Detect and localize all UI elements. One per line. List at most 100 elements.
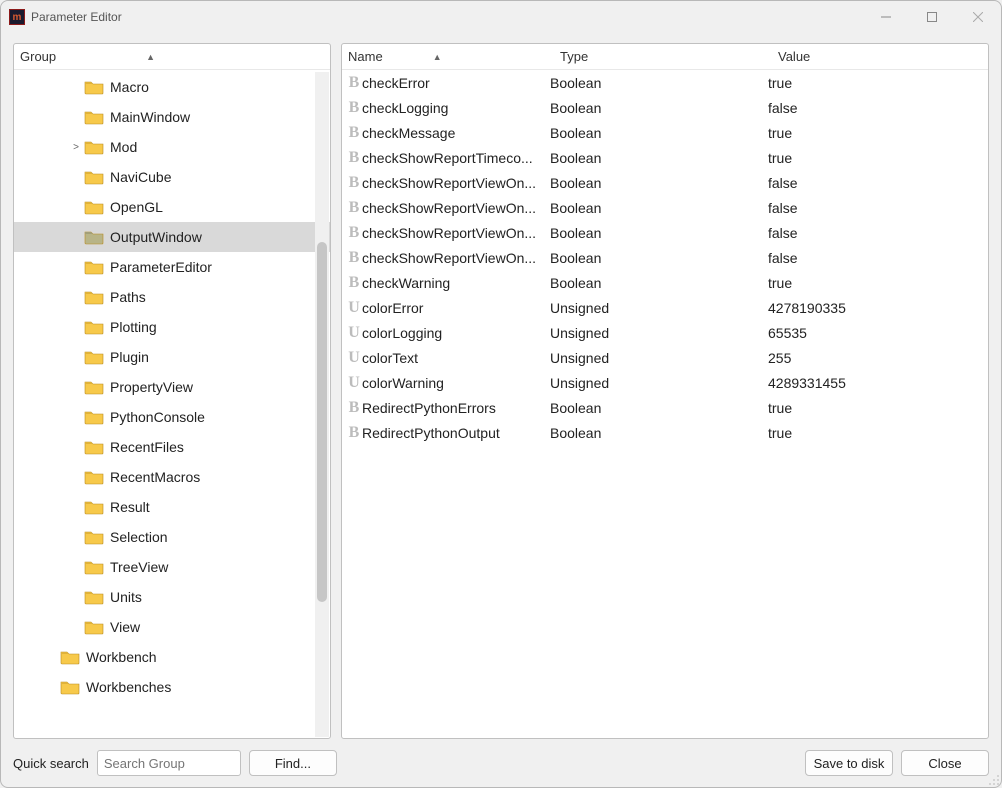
minimize-button[interactable] (863, 1, 909, 33)
type-icon: U (342, 324, 362, 342)
folder-icon (84, 559, 104, 575)
param-row[interactable]: BRedirectPythonErrorsBooleantrue (342, 395, 988, 420)
tree-item-result[interactable]: Result (14, 492, 330, 522)
param-row[interactable]: UcolorTextUnsigned255 (342, 345, 988, 370)
param-type: Boolean (550, 250, 768, 266)
tree-item-pythonconsole[interactable]: PythonConsole (14, 402, 330, 432)
param-name: checkError (362, 75, 550, 91)
param-row[interactable]: BcheckMessageBooleantrue (342, 120, 988, 145)
tree-item-paths[interactable]: Paths (14, 282, 330, 312)
tree-item-units[interactable]: Units (14, 582, 330, 612)
param-row[interactable]: BcheckShowReportViewOn...Booleanfalse (342, 170, 988, 195)
close-button[interactable] (955, 1, 1001, 33)
folder-icon (84, 199, 104, 215)
param-row[interactable]: BcheckLoggingBooleanfalse (342, 95, 988, 120)
tree-item-workbenches[interactable]: Workbenches (14, 672, 330, 702)
param-type: Boolean (550, 125, 768, 141)
tree-item-label: PropertyView (110, 379, 193, 395)
param-value: true (768, 125, 988, 141)
param-row[interactable]: UcolorLoggingUnsigned65535 (342, 320, 988, 345)
folder-icon (84, 469, 104, 485)
param-type: Boolean (550, 275, 768, 291)
group-header[interactable]: Group ▲ (14, 44, 330, 70)
param-name: checkShowReportViewOn... (362, 200, 550, 216)
tree-item-label: MainWindow (110, 109, 190, 125)
param-name: checkShowReportViewOn... (362, 225, 550, 241)
tree-item-label: TreeView (110, 559, 168, 575)
folder-icon (84, 379, 104, 395)
param-row[interactable]: BcheckShowReportTimeco...Booleantrue (342, 145, 988, 170)
expander-icon[interactable]: > (68, 142, 84, 153)
save-to-disk-button[interactable]: Save to disk (805, 750, 893, 776)
search-input[interactable] (97, 750, 241, 776)
folder-icon (60, 679, 80, 695)
tree-item-recentfiles[interactable]: RecentFiles (14, 432, 330, 462)
param-type: Boolean (550, 225, 768, 241)
param-name: colorWarning (362, 375, 550, 391)
param-row[interactable]: BcheckShowReportViewOn...Booleanfalse (342, 220, 988, 245)
param-value: false (768, 100, 988, 116)
tree-item-treeview[interactable]: TreeView (14, 552, 330, 582)
scrollbar-thumb[interactable] (317, 242, 327, 602)
param-name: checkShowReportViewOn... (362, 250, 550, 266)
tree-item-label: Macro (110, 79, 149, 95)
tree-item-label: OutputWindow (110, 229, 202, 245)
param-type: Boolean (550, 175, 768, 191)
tree-item-label: ParameterEditor (110, 259, 212, 275)
tree-item-label: RecentMacros (110, 469, 200, 485)
window-title: Parameter Editor (31, 10, 863, 24)
quick-search-label: Quick search (13, 756, 89, 771)
tree-item-label: Selection (110, 529, 168, 545)
sort-indicator-icon: ▲ (433, 52, 442, 62)
tree-item-label: Plotting (110, 319, 157, 335)
tree-item-label: Result (110, 499, 150, 515)
tree-item-plotting[interactable]: Plotting (14, 312, 330, 342)
tree-item-workbench[interactable]: Workbench (14, 642, 330, 672)
maximize-button[interactable] (909, 1, 955, 33)
tree-item-propertyview[interactable]: PropertyView (14, 372, 330, 402)
tree-item-recentmacros[interactable]: RecentMacros (14, 462, 330, 492)
param-value: 65535 (768, 325, 988, 341)
tree-item-label: OpenGL (110, 199, 163, 215)
tree-item-selection[interactable]: Selection (14, 522, 330, 552)
tree-item-view[interactable]: View (14, 612, 330, 642)
column-header-type[interactable]: Type (554, 49, 772, 64)
titlebar: m Parameter Editor (1, 1, 1001, 33)
tree-item-label: Plugin (110, 349, 149, 365)
param-type: Boolean (550, 75, 768, 91)
tree-item-label: Workbench (86, 649, 157, 665)
folder-icon (84, 409, 104, 425)
tree-item-plugin[interactable]: Plugin (14, 342, 330, 372)
param-row[interactable]: BcheckErrorBooleantrue (342, 70, 988, 95)
close-dialog-button[interactable]: Close (901, 750, 989, 776)
tree-scrollbar[interactable] (315, 72, 329, 737)
tree-item-mod[interactable]: > Mod (14, 132, 330, 162)
tree-item-mainwindow[interactable]: MainWindow (14, 102, 330, 132)
tree-item-parametereditor[interactable]: ParameterEditor (14, 252, 330, 282)
param-row[interactable]: BcheckShowReportViewOn...Booleanfalse (342, 195, 988, 220)
param-row[interactable]: BcheckWarningBooleantrue (342, 270, 988, 295)
param-name: checkShowReportTimeco... (362, 150, 550, 166)
param-row[interactable]: UcolorWarningUnsigned4289331455 (342, 370, 988, 395)
tree-item-macro[interactable]: Macro (14, 72, 330, 102)
tree-item-label: Paths (110, 289, 146, 305)
find-button[interactable]: Find... (249, 750, 337, 776)
tree-item-outputwindow[interactable]: OutputWindow (14, 222, 330, 252)
group-tree[interactable]: Macro MainWindow > Mod NaviCube OpenGL Ou… (14, 70, 330, 738)
resize-grip-icon[interactable] (986, 772, 1000, 786)
param-name: checkMessage (362, 125, 550, 141)
tree-item-navicube[interactable]: NaviCube (14, 162, 330, 192)
sort-indicator-icon: ▲ (146, 52, 155, 62)
param-row[interactable]: UcolorErrorUnsigned4278190335 (342, 295, 988, 320)
param-row[interactable]: BRedirectPythonOutputBooleantrue (342, 420, 988, 445)
column-header-value[interactable]: Value (772, 49, 988, 64)
parameter-list[interactable]: BcheckErrorBooleantrueBcheckLoggingBoole… (342, 70, 988, 738)
folder-icon (84, 499, 104, 515)
param-type: Boolean (550, 400, 768, 416)
type-icon: B (342, 199, 362, 217)
tree-item-opengl[interactable]: OpenGL (14, 192, 330, 222)
param-row[interactable]: BcheckShowReportViewOn...Booleanfalse (342, 245, 988, 270)
column-header-name[interactable]: Name ▲ (342, 49, 554, 64)
type-icon: B (342, 224, 362, 242)
window-controls (863, 1, 1001, 33)
